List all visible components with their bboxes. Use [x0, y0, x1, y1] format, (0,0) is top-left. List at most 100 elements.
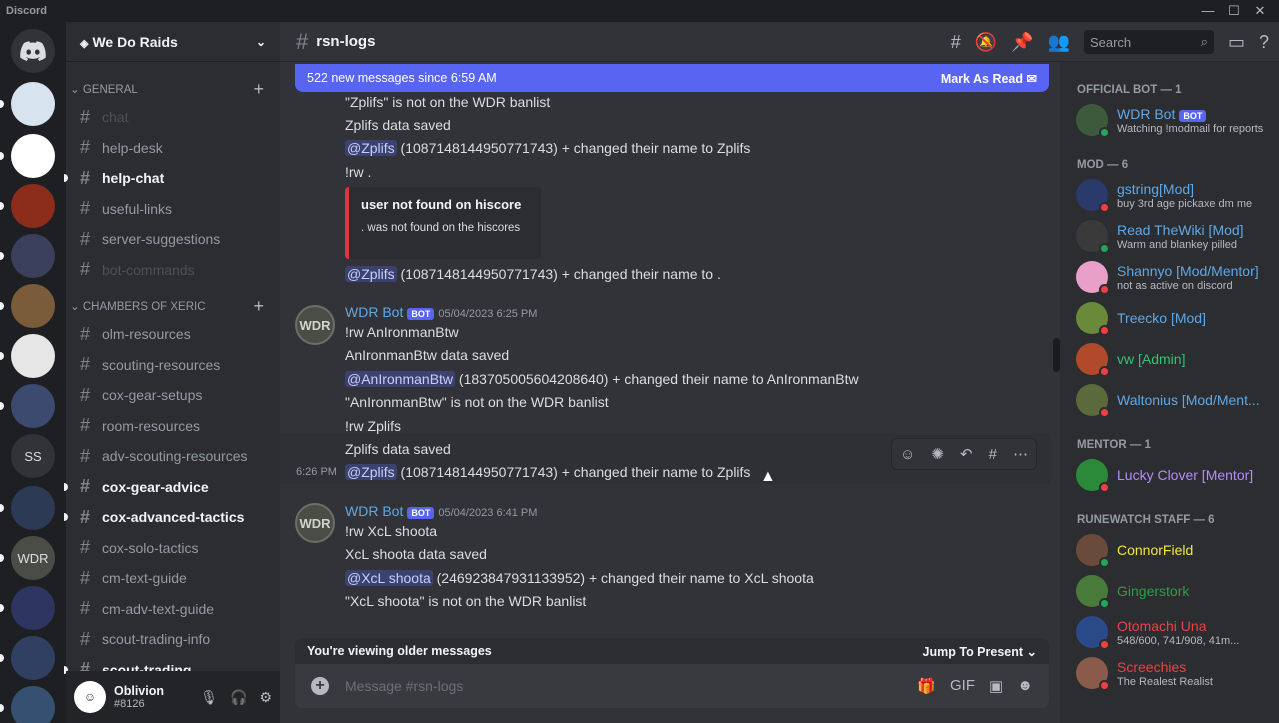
user-mention[interactable]: @Zplifs — [345, 266, 397, 282]
user-mention[interactable]: @Zplifs — [345, 140, 397, 156]
user-mention[interactable]: @Zplifs — [345, 464, 397, 480]
unread-indicator — [64, 174, 68, 183]
message-line: @AnIronmanBtw (183705005604208640) + cha… — [345, 371, 859, 387]
bot-badge: BOT — [1179, 109, 1207, 122]
server-icon[interactable]: SS — [11, 434, 55, 478]
channel-useful-links[interactable]: # useful-links — [66, 194, 280, 225]
channel-server-suggestions[interactable]: # server-suggestions — [66, 224, 280, 255]
server-icon[interactable] — [11, 586, 55, 630]
guild-header[interactable]: ◈ We Do Raids ⌄ — [66, 22, 280, 62]
server-icon[interactable] — [11, 486, 55, 530]
guild-name: We Do Raids — [92, 33, 178, 50]
member-item[interactable]: Waltonius [Mod/Ment... — [1076, 384, 1276, 418]
server-icon[interactable] — [11, 134, 55, 178]
new-messages-bar[interactable]: 522 new messages since 6:59 AM Mark As R… — [295, 64, 1049, 92]
member-item[interactable]: Gingerstork — [1076, 575, 1276, 609]
member-item[interactable]: Read TheWiki [Mod] Warm and blankey pille… — [1076, 220, 1276, 254]
channel-cox-gear-setups[interactable]: # cox-gear-setups — [66, 380, 280, 411]
add-super-reaction-icon[interactable]: ✺ — [931, 445, 944, 463]
member-item[interactable]: Otomachi Una 548/600, 741/908, 41m... — [1076, 616, 1276, 650]
author-name[interactable]: WDR Bot — [345, 304, 403, 320]
server-icon[interactable] — [11, 334, 55, 378]
channel-help-chat[interactable]: # help-chat — [64, 163, 280, 194]
server-icon[interactable] — [11, 234, 55, 278]
member-item[interactable]: WDR Bot BOT Watching !modmail for reports — [1076, 104, 1276, 138]
message-input[interactable]: Message #rsn-logs — [345, 678, 917, 694]
server-icon[interactable]: WDR — [11, 536, 55, 580]
avatar[interactable]: ☺ — [74, 681, 106, 713]
member-item[interactable]: Shannyo [Mod/Mentor] not as active on dis… — [1076, 261, 1276, 295]
server-icon[interactable] — [11, 184, 55, 228]
emoji-icon[interactable]: ☻ — [1017, 677, 1033, 695]
more-options-icon[interactable]: ⋯ — [1013, 445, 1028, 463]
channel-name: cox-gear-setups — [102, 387, 203, 404]
sticker-icon[interactable]: ▣ — [989, 677, 1003, 695]
scrollbar-thumb[interactable] — [1053, 338, 1060, 372]
presence-indicator — [1099, 407, 1110, 418]
category-header[interactable]: ⌄ GENERAL + — [66, 76, 280, 102]
user-mention[interactable]: @XcL shoota — [345, 570, 433, 586]
hash-icon: # — [80, 628, 91, 649]
channel-scouting-resources[interactable]: # scouting-resources — [66, 350, 280, 381]
bot-avatar[interactable]: WDR — [295, 503, 335, 543]
pin-icon[interactable]: 📌 — [1011, 32, 1033, 53]
headphones-icon[interactable]: 🎧 — [230, 689, 247, 706]
author-name[interactable]: WDR Bot — [345, 503, 403, 519]
member-item[interactable]: Lucky Clover [Mentor] — [1076, 459, 1276, 493]
add-channel-icon[interactable]: + — [253, 296, 264, 317]
gift-icon[interactable]: 🎁 — [917, 677, 936, 695]
channel-cm-text-guide[interactable]: # cm-text-guide — [66, 563, 280, 594]
member-item[interactable]: Screechies The Realest Realist — [1076, 657, 1276, 691]
server-icon[interactable] — [11, 686, 55, 723]
gear-icon[interactable]: ⚙ — [259, 689, 272, 706]
title-bar: Discord — ☐ ✕ — [0, 0, 1279, 22]
member-item[interactable]: ConnorField — [1076, 534, 1276, 568]
channel-room-resources[interactable]: # room-resources — [66, 411, 280, 442]
inbox-icon[interactable]: ▭ — [1228, 32, 1245, 53]
user-mention[interactable]: @AnIronmanBtw — [345, 371, 456, 387]
create-thread-icon[interactable]: # — [989, 446, 997, 463]
category-header[interactable]: ⌄ CHAMBERS OF XERIC + — [66, 293, 280, 319]
add-channel-icon[interactable]: + — [253, 79, 264, 100]
home-button[interactable] — [11, 29, 55, 73]
chevron-down-icon[interactable]: ⌄ — [256, 35, 266, 49]
minimize-button[interactable]: — — [1195, 3, 1221, 19]
search-input[interactable]: Search ⌕ — [1083, 30, 1214, 54]
message-composer[interactable]: + Message #rsn-logs 🎁 GIF ▣ ☻ — [295, 664, 1049, 708]
member-item[interactable]: Treecko [Mod] — [1076, 302, 1276, 336]
member-list-icon[interactable]: 👥 — [1048, 32, 1070, 53]
channel-cox-advanced-tactics[interactable]: # cox-advanced-tactics — [64, 502, 280, 533]
mark-as-read-button[interactable]: Mark As Read ✉ — [941, 71, 1037, 86]
reply-icon[interactable]: ↶ — [960, 445, 973, 463]
server-icon[interactable] — [11, 82, 55, 126]
channel-chat[interactable]: # chat — [66, 102, 280, 133]
channel-scout-trading-info[interactable]: # scout-trading-info — [66, 624, 280, 655]
channel-olm-resources[interactable]: # olm-resources — [66, 319, 280, 350]
message-actions-toolbar: ☺ ✺ ↶ # ⋯ — [891, 438, 1037, 470]
notifications-muted-icon[interactable]: 🔕 — [975, 32, 997, 53]
help-icon[interactable]: ? — [1259, 32, 1269, 53]
channel-adv-scouting-resources[interactable]: # adv-scouting-resources — [66, 441, 280, 472]
jump-to-present-button[interactable]: Jump To Present ⌄ — [923, 644, 1037, 659]
server-icon[interactable] — [11, 384, 55, 428]
server-icon[interactable] — [11, 636, 55, 680]
channel-help-desk[interactable]: # help-desk — [66, 133, 280, 164]
microphone-icon[interactable]: 🎙 — [200, 689, 218, 706]
threads-icon[interactable]: # — [951, 32, 961, 53]
gif-icon[interactable]: GIF — [950, 677, 975, 695]
server-icon[interactable] — [11, 284, 55, 328]
bot-avatar[interactable]: WDR — [295, 305, 335, 345]
member-name: Treecko [Mod] — [1117, 310, 1206, 326]
add-reaction-icon[interactable]: ☺ — [900, 446, 915, 463]
member-item[interactable]: gstring[Mod] buy 3rd age pickaxe dm me — [1076, 179, 1276, 213]
close-button[interactable]: ✕ — [1247, 3, 1273, 19]
maximize-button[interactable]: ☐ — [1221, 3, 1247, 19]
member-item[interactable]: vw [Admin] — [1076, 343, 1276, 377]
channel-cox-solo-tactics[interactable]: # cox-solo-tactics — [66, 533, 280, 564]
add-attachment-icon[interactable]: + — [311, 677, 329, 695]
channel-cox-gear-advice[interactable]: # cox-gear-advice — [64, 472, 280, 503]
category-name: GENERAL — [82, 84, 138, 96]
channel-cm-adv-text-guide[interactable]: # cm-adv-text-guide — [66, 594, 280, 625]
presence-indicator — [1099, 680, 1110, 691]
channel-bot-commands[interactable]: # bot-commands — [66, 255, 280, 286]
